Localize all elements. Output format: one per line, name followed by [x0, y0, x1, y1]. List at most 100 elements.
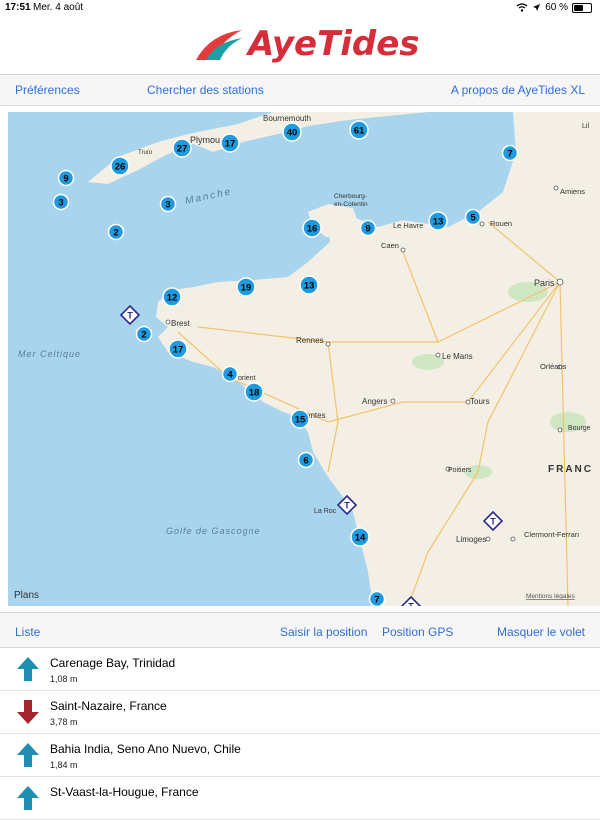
station-cluster-marker[interactable]: 26: [110, 156, 130, 176]
map-label: Tours: [470, 397, 490, 406]
svg-text:14: 14: [355, 533, 366, 544]
station-cluster-marker[interactable]: 2: [135, 325, 153, 343]
map-label: Poitiers: [448, 467, 472, 474]
station-cluster-marker[interactable]: 40: [282, 122, 302, 142]
status-date: Mer. 4 août: [33, 2, 84, 13]
list-link[interactable]: Liste: [15, 625, 40, 639]
hide-panel-link[interactable]: Masquer le volet: [497, 625, 585, 639]
map-label: orient: [238, 375, 256, 382]
map-label: La Roc: [314, 508, 337, 515]
station-cluster-marker[interactable]: 13: [428, 211, 448, 231]
map-label: Cherbourg-: [334, 193, 367, 200]
station-cluster-marker[interactable]: 13: [299, 275, 319, 295]
top-toolbar: Préférences Chercher des stations A prop…: [0, 74, 600, 106]
station-cluster-marker[interactable]: 4: [221, 365, 239, 383]
station-cluster-marker[interactable]: 15: [290, 409, 310, 429]
gps-position-link[interactable]: Position GPS: [382, 625, 453, 639]
station-cluster-marker[interactable]: 7: [501, 144, 519, 162]
station-cluster-marker[interactable]: 18: [244, 382, 264, 402]
svg-text:2: 2: [141, 330, 146, 341]
station-name: Bahia India, Seno Ano Nuevo, Chile: [50, 742, 241, 756]
tide-rising-arrow-icon: [17, 657, 39, 681]
preferences-link[interactable]: Préférences: [15, 83, 80, 97]
tide-map[interactable]: Bournemouth Plymou Truro Manche Cherbour…: [8, 112, 600, 606]
map-label: Bournemouth: [263, 114, 311, 123]
station-cluster-marker[interactable]: 5: [464, 208, 482, 226]
station-cluster-marker[interactable]: 12: [162, 287, 182, 307]
list-item[interactable]: St-Vaast-la-Hougue, France: [0, 777, 600, 820]
map-label: Mer Celtique: [18, 349, 81, 359]
legal-link[interactable]: Mentions légales: [526, 593, 576, 600]
svg-text:T: T: [408, 602, 414, 607]
station-cluster-marker[interactable]: 9: [359, 219, 377, 237]
station-cluster-marker[interactable]: 14: [350, 527, 370, 547]
status-bar: 17:51 Mer. 4 août 60 %: [0, 0, 600, 16]
map-label: Angers: [362, 397, 387, 406]
station-cluster-marker[interactable]: 17: [220, 133, 240, 153]
svg-text:13: 13: [433, 217, 444, 228]
station-cluster-marker[interactable]: 61: [349, 120, 369, 140]
map-label: Amiens: [560, 187, 585, 196]
svg-text:13: 13: [304, 281, 315, 292]
map-label: Lil: [582, 123, 589, 130]
search-stations-link[interactable]: Chercher des stations: [147, 83, 264, 97]
svg-text:6: 6: [303, 456, 308, 467]
svg-text:17: 17: [173, 345, 184, 356]
map-label: en-Cotentin: [334, 201, 368, 208]
map-label: Paris: [534, 278, 555, 288]
svg-text:26: 26: [115, 162, 126, 173]
station-cluster-marker[interactable]: 3: [159, 195, 177, 213]
app-logo: AyeTides: [192, 24, 420, 64]
station-list: Carenage Bay, Trinidad 1,08 m Saint-Naza…: [0, 648, 600, 820]
map-canvas[interactable]: Bournemouth Plymou Truro Manche Cherbour…: [8, 112, 600, 606]
station-cluster-marker[interactable]: 2: [107, 223, 125, 241]
svg-text:T: T: [490, 517, 496, 527]
station-cluster-marker[interactable]: 19: [236, 277, 256, 297]
station-cluster-marker[interactable]: 3: [52, 193, 70, 211]
map-label: Brest: [171, 319, 190, 328]
map-label: Bourge: [568, 425, 591, 432]
list-item[interactable]: Saint-Nazaire, France 3,78 m: [0, 691, 600, 734]
wave-logo-icon: [196, 30, 242, 60]
map-attribution: Plans: [14, 590, 39, 601]
svg-text:19: 19: [241, 283, 252, 294]
status-right: 60 %: [516, 2, 592, 13]
battery-text: 60 %: [545, 2, 568, 13]
station-cluster-marker[interactable]: 9: [57, 169, 75, 187]
station-cluster-marker[interactable]: 7: [368, 590, 386, 607]
svg-text:2: 2: [113, 228, 118, 239]
station-name: St-Vaast-la-Hougue, France: [50, 785, 199, 799]
wifi-icon: [516, 3, 528, 12]
svg-text:4: 4: [227, 370, 233, 381]
svg-text:T: T: [127, 311, 133, 321]
station-name: Carenage Bay, Trinidad: [50, 656, 176, 670]
about-link[interactable]: A propos de AyeTides XL: [451, 83, 585, 97]
map-label: Clermont-Ferran: [524, 530, 579, 539]
station-cluster-marker[interactable]: 17: [168, 339, 188, 359]
station-height: 1,84 m: [50, 760, 78, 770]
svg-text:3: 3: [165, 200, 170, 211]
svg-text:15: 15: [295, 415, 306, 426]
map-label: Caen: [381, 241, 399, 250]
list-item[interactable]: Carenage Bay, Trinidad 1,08 m: [0, 648, 600, 691]
station-cluster-marker[interactable]: 16: [302, 218, 322, 238]
svg-text:9: 9: [63, 174, 68, 185]
enter-position-link[interactable]: Saisir la position: [280, 625, 367, 639]
map-label: Golfe de Gascogne: [166, 526, 261, 536]
svg-text:17: 17: [225, 139, 236, 150]
app-header: AyeTides: [0, 16, 600, 74]
bottom-toolbar: Liste Saisir la position Position GPS Ma…: [0, 612, 600, 648]
map-label: Rennes: [296, 336, 324, 345]
app-logo-text: AyeTides: [248, 24, 420, 64]
station-cluster-marker[interactable]: 6: [297, 451, 315, 469]
svg-text:16: 16: [307, 224, 318, 235]
map-label: Rouen: [490, 219, 512, 228]
tide-rising-arrow-icon: [17, 786, 39, 810]
list-item[interactable]: Bahia India, Seno Ano Nuevo, Chile 1,84 …: [0, 734, 600, 777]
battery-icon: [572, 2, 592, 13]
svg-text:40: 40: [287, 128, 298, 139]
station-cluster-marker[interactable]: 27: [172, 138, 192, 158]
map-label: FRANC: [548, 464, 593, 475]
location-arrow-icon: [533, 4, 541, 11]
svg-text:5: 5: [470, 213, 476, 224]
